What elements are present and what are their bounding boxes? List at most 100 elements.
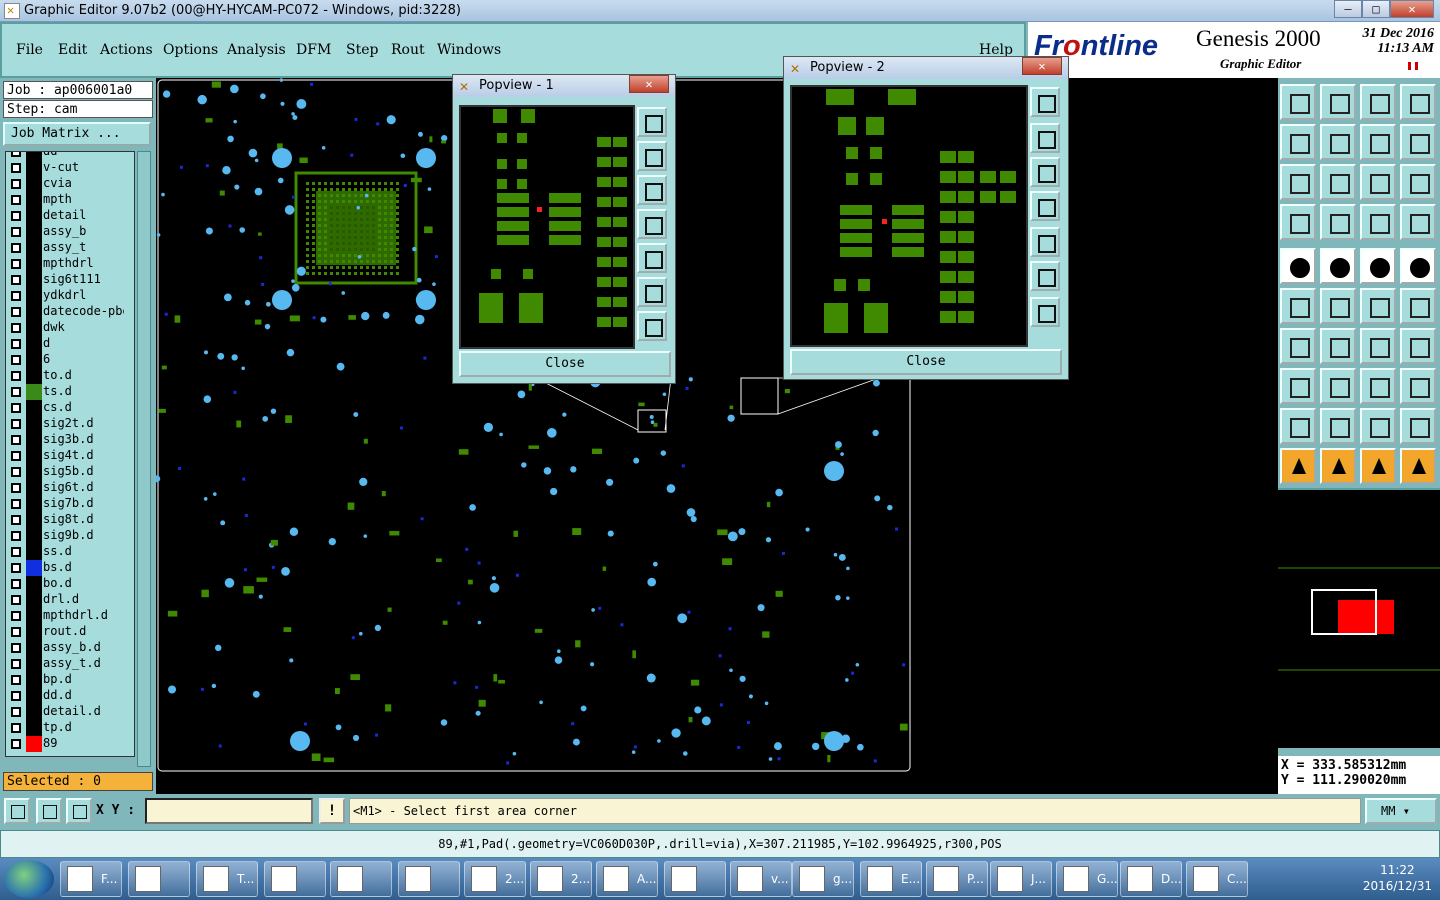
tool-button-5-3[interactable] <box>1400 288 1436 324</box>
layer-name[interactable]: bp.d <box>42 672 124 687</box>
layer-row[interactable]: sig5b.d <box>6 464 134 480</box>
layer-name[interactable]: detail.d <box>42 704 124 719</box>
maximize-button[interactable]: □ <box>1362 0 1390 18</box>
menu-dfm[interactable]: DFM <box>296 42 331 58</box>
layer-color-swatch[interactable] <box>26 592 42 608</box>
layer-color-swatch[interactable] <box>26 672 42 688</box>
layer-checkbox[interactable] <box>11 291 21 301</box>
layer-checkbox[interactable] <box>11 467 21 477</box>
layer-color-swatch[interactable] <box>26 688 42 704</box>
tool-button-5-1[interactable] <box>1320 288 1356 324</box>
layer-row[interactable]: dwk <box>6 320 134 336</box>
layer-color-swatch[interactable] <box>26 720 42 736</box>
layer-color-swatch[interactable] <box>26 240 42 256</box>
layer-row[interactable]: assy_t <box>6 240 134 256</box>
layer-row[interactable]: rout.d <box>6 624 134 640</box>
layer-checkbox[interactable] <box>11 163 21 173</box>
layer-row[interactable]: tp.d <box>6 720 134 736</box>
layer-checkbox[interactable] <box>11 723 21 733</box>
taskbar-item[interactable] <box>330 861 392 897</box>
popview-2-tool-5[interactable] <box>1030 227 1060 257</box>
layer-checkbox[interactable] <box>11 403 21 413</box>
layer-row[interactable]: assy_b.d <box>6 640 134 656</box>
menu-options[interactable]: Options <box>163 42 218 58</box>
layer-color-swatch[interactable] <box>26 624 42 640</box>
taskbar-item[interactable]: 2... <box>464 861 526 897</box>
popview-2-tool-1[interactable] <box>1030 87 1060 117</box>
tool-button-8-2[interactable] <box>1360 408 1396 444</box>
layer-name[interactable]: sig8t.d <box>42 512 124 527</box>
menu-file[interactable]: File <box>16 42 43 58</box>
layer-checkbox[interactable] <box>11 243 21 253</box>
popview-1-close-x[interactable]: ✕ <box>629 75 669 93</box>
layer-checkbox[interactable] <box>11 152 21 157</box>
taskbar-item[interactable] <box>264 861 326 897</box>
tool-button-3-3[interactable] <box>1400 204 1436 240</box>
layer-row[interactable]: assy_t.d <box>6 656 134 672</box>
layer-row[interactable]: sig6t.d <box>6 480 134 496</box>
tool-button-5-2[interactable] <box>1360 288 1396 324</box>
tool-button-2-2[interactable] <box>1360 164 1396 200</box>
layer-row[interactable]: mpth <box>6 192 134 208</box>
layer-checkbox[interactable] <box>11 355 21 365</box>
popview-1-tool-4[interactable] <box>637 209 667 239</box>
layer-color-swatch[interactable] <box>26 576 42 592</box>
tool-button-1-3[interactable] <box>1400 124 1436 160</box>
taskbar-item[interactable]: P... <box>926 861 988 897</box>
menu-step[interactable]: Step <box>346 42 378 58</box>
layer-name[interactable]: sig4t.d <box>42 448 124 463</box>
layer-name[interactable]: rout.d <box>42 624 124 639</box>
tool-button-5-0[interactable] <box>1280 288 1316 324</box>
layer-name[interactable]: bs.d <box>42 560 124 575</box>
layer-row[interactable]: bs.d <box>6 560 134 576</box>
taskbar-item[interactable]: G... <box>1056 861 1118 897</box>
layer-name[interactable]: mpth <box>42 192 124 207</box>
layer-checkbox[interactable] <box>11 451 21 461</box>
taskbar-item[interactable]: F... <box>60 861 122 897</box>
layer-row[interactable]: sig9b.d <box>6 528 134 544</box>
layer-checkbox[interactable] <box>11 627 21 637</box>
layer-color-swatch[interactable] <box>26 496 42 512</box>
tool-button-0-3[interactable] <box>1400 84 1436 120</box>
start-button[interactable] <box>4 860 54 898</box>
popview-1-tool-3[interactable] <box>637 175 667 205</box>
layer-color-swatch[interactable] <box>26 336 42 352</box>
minimize-button[interactable]: – <box>1334 0 1362 18</box>
layer-row[interactable]: ss.d <box>6 544 134 560</box>
layer-color-swatch[interactable] <box>26 368 42 384</box>
layer-name[interactable]: cs.d <box>42 400 124 415</box>
layer-name[interactable]: assy_b.d <box>42 640 124 655</box>
tool-button-7-1[interactable] <box>1320 368 1356 404</box>
tool-button-4-1[interactable] <box>1320 248 1356 284</box>
popview-2-tool-6[interactable] <box>1030 261 1060 291</box>
tool-button-1-2[interactable] <box>1360 124 1396 160</box>
layer-row[interactable]: mpthdrl.d <box>6 608 134 624</box>
layer-name[interactable]: dd <box>42 152 124 159</box>
tool-button-3-2[interactable] <box>1360 204 1396 240</box>
layer-color-swatch[interactable] <box>26 608 42 624</box>
layer-row[interactable]: cs.d <box>6 400 134 416</box>
layer-checkbox[interactable] <box>11 211 21 221</box>
layer-checkbox[interactable] <box>11 547 21 557</box>
layer-row[interactable]: dd.d <box>6 688 134 704</box>
tool-button-7-0[interactable] <box>1280 368 1316 404</box>
popview-1-view[interactable] <box>459 105 635 349</box>
layer-row[interactable]: 6 <box>6 352 134 368</box>
layer-name[interactable]: mpthdrl.d <box>42 608 124 623</box>
layer-color-swatch[interactable] <box>26 416 42 432</box>
layer-checkbox[interactable] <box>11 195 21 205</box>
popview-2-view[interactable] <box>790 85 1028 347</box>
layer-color-swatch[interactable] <box>26 160 42 176</box>
graphic-canvas[interactable] <box>156 78 1278 794</box>
layer-name[interactable]: sig2t.d <box>42 416 124 431</box>
layer-color-swatch[interactable] <box>26 288 42 304</box>
tool-button-9-3[interactable] <box>1400 448 1436 484</box>
popview-2-tool-7[interactable] <box>1030 297 1060 327</box>
layer-color-swatch[interactable] <box>26 736 42 752</box>
layer-row[interactable]: to.d <box>6 368 134 384</box>
layer-name[interactable]: sig6t111 <box>42 272 124 287</box>
layer-color-swatch[interactable] <box>26 152 42 160</box>
job-matrix-button[interactable]: Job Matrix ... <box>3 122 151 146</box>
layer-checkbox[interactable] <box>11 579 21 589</box>
layer-color-swatch[interactable] <box>26 208 42 224</box>
